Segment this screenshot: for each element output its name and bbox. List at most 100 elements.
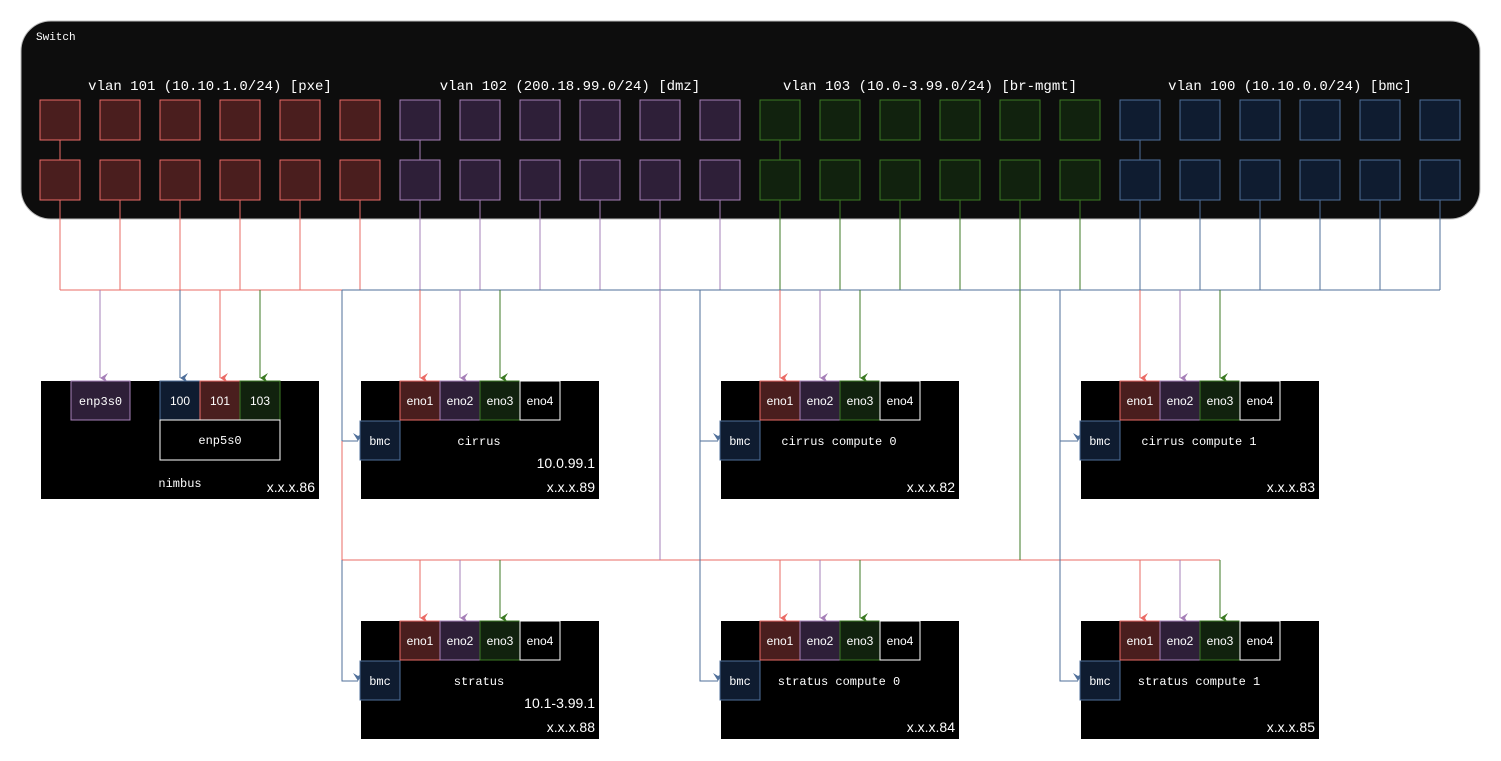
vlan-label-101: vlan 101 (10.10.1.0/24) [pxe] (88, 79, 332, 95)
switch-port-vlan101-top-6 (339, 99, 381, 141)
host-nimbus: enp3s0 100 101 103 enp5s0 nimbus x.x.x.8… (41, 380, 319, 499)
switch-port-vlan103-bottom-1 (759, 159, 801, 201)
nic-eno3-label: eno3 (847, 394, 874, 408)
nic-eno1-label: eno1 (1127, 394, 1154, 408)
switch-port-vlan102-bottom-4 (579, 159, 621, 201)
switch-title: Switch (36, 32, 76, 44)
switch-port-vlan100-bottom-5 (1359, 159, 1401, 201)
host-ip: x.x.x.85 (1267, 719, 1315, 735)
switch-port-vlan101-top-3 (159, 99, 201, 141)
feed-bmc (341, 290, 363, 442)
switch-port-vlan102-bottom-3 (519, 159, 561, 201)
switch-port-vlan102-top-5 (639, 99, 681, 141)
bmc-label: bmc (369, 435, 391, 449)
host-internal-ip: 10.1-3.99.1 (524, 695, 595, 711)
switch-port-vlan100-top-3 (1239, 99, 1281, 141)
host-ip: x.x.x.83 (1267, 479, 1315, 495)
switch-port-vlan100-bottom-4 (1299, 159, 1341, 201)
host-name: stratus (454, 675, 504, 689)
switch-port-vlan103-top-4 (939, 99, 981, 141)
switch-port-vlan101-top-2 (99, 99, 141, 141)
switch-port-vlan100-bottom-2 (1179, 159, 1221, 201)
nic-eno1-label: eno1 (407, 394, 434, 408)
switch-port-vlan101-top-5 (279, 99, 321, 141)
vlan-tag-100-label: 100 (170, 394, 190, 408)
host-ip: x.x.x.84 (907, 719, 955, 735)
switch-port-vlan103-top-3 (879, 99, 921, 141)
switch-port-vlan100-bottom-1 (1119, 159, 1161, 201)
nic-eno3-label: eno3 (847, 634, 874, 648)
nic-eno4-label: eno4 (1247, 634, 1274, 648)
host-cirrus-compute-1: eno1 eno2 eno3 eno4 bmc cirrus compute 1 x.x.x… (1079, 380, 1319, 499)
switch-port-vlan102-bottom-2 (459, 159, 501, 201)
host-name: cirrus compute 1 (1141, 435, 1256, 449)
host-name: stratus compute 1 (1138, 675, 1260, 689)
switch-port-vlan103-bottom-5 (999, 159, 1041, 201)
switch-port-vlan102-top-4 (579, 99, 621, 141)
nic-eno2-label: eno2 (1167, 394, 1194, 408)
nic-eno1-label: eno1 (767, 634, 794, 648)
host-ip: x.x.x.89 (547, 479, 595, 495)
vlan-tag-103-label: 103 (250, 394, 270, 408)
switch-port-vlan101-bottom-4 (219, 159, 261, 201)
host-name: cirrus (457, 435, 500, 449)
nic-enp3s0-label: enp3s0 (79, 395, 122, 409)
nic-eno3-label: eno3 (487, 394, 514, 408)
nic-eno4-label: eno4 (887, 394, 914, 408)
nic-eno4-label: eno4 (527, 394, 554, 408)
switch-port-vlan100-top-6 (1419, 99, 1461, 141)
host-nimbus-name: nimbus (158, 477, 201, 491)
nic-eno4-label: eno4 (1247, 394, 1274, 408)
nic-eno1-label: eno1 (767, 394, 794, 408)
nic-eno4-label: eno4 (887, 634, 914, 648)
switch-port-vlan103-top-1 (759, 99, 801, 141)
switch-port-vlan103-top-2 (819, 99, 861, 141)
switch-port-vlan102-top-1 (399, 99, 441, 141)
network-diagram: Switch vlan 101 (10.10.1.0/24) [pxe] vla… (20, 20, 1481, 739)
host-internal-ip: 10.0.99.1 (537, 455, 596, 471)
host-ip: x.x.x.88 (547, 719, 595, 735)
feed-bmc (699, 441, 723, 682)
switch-port-vlan103-bottom-6 (1059, 159, 1101, 201)
nic-eno3-label: eno3 (1207, 394, 1234, 408)
switch-port-vlan101-bottom-5 (279, 159, 321, 201)
nic-enp5s0-label: enp5s0 (198, 434, 241, 448)
switch-port-vlan102-top-3 (519, 99, 561, 141)
nic-eno2-label: eno2 (447, 394, 474, 408)
feed-bmc (699, 290, 723, 442)
switch-port-vlan101-bottom-2 (99, 159, 141, 201)
nic-eno2-label: eno2 (807, 634, 834, 648)
host-ip: x.x.x.82 (907, 479, 955, 495)
switch-port-vlan101-bottom-6 (339, 159, 381, 201)
switch-port-vlan102-top-6 (699, 99, 741, 141)
nic-eno2-label: eno2 (447, 634, 474, 648)
switch-port-vlan102-bottom-5 (639, 159, 681, 201)
feed-bmc (341, 560, 363, 682)
host-cirrus-compute-0: eno1 eno2 eno3 eno4 bmc cirrus compute 0 x.x.x… (719, 380, 959, 499)
switch-port-vlan103-top-5 (999, 99, 1041, 141)
host-cirrus: eno1 eno2 eno3 eno4 bmc cirrus 10.0.99.1 x.x.x.… (359, 380, 599, 499)
switch-port-vlan101-bottom-3 (159, 159, 201, 201)
switch-port-vlan102-bottom-6 (699, 159, 741, 201)
switch-port-vlan103-bottom-3 (879, 159, 921, 201)
vlan-tag-101-label: 101 (210, 394, 230, 408)
feed-bmc (1059, 441, 1083, 682)
host-stratus: eno1 eno2 eno3 eno4 bmc stratus 10.1-3.99.1 x.x… (359, 620, 599, 739)
switch-port-vlan103-top-6 (1059, 99, 1101, 141)
host-stratus-compute-0: eno1 eno2 eno3 eno4 bmc stratus compute 0 x.x.… (719, 620, 959, 739)
nic-eno3-label: eno3 (487, 634, 514, 648)
switch-port-vlan103-bottom-4 (939, 159, 981, 201)
host-name: stratus compute 0 (778, 675, 900, 689)
switch-port-vlan101-top-4 (219, 99, 261, 141)
nic-eno3-label: eno3 (1207, 634, 1234, 648)
switch-port-vlan100-bottom-6 (1419, 159, 1461, 201)
bmc-label: bmc (1089, 675, 1111, 689)
nic-eno1-label: eno1 (1127, 634, 1154, 648)
vlan-label-102: vlan 102 (200.18.99.0/24) [dmz] (440, 79, 700, 95)
nic-eno2-label: eno2 (807, 394, 834, 408)
nic-eno1-label: eno1 (407, 634, 434, 648)
host-name: cirrus compute 0 (781, 435, 896, 449)
switch-port-vlan100-bottom-3 (1239, 159, 1281, 201)
switch-port-vlan102-top-2 (459, 99, 501, 141)
feed-bmc (1059, 290, 1083, 442)
